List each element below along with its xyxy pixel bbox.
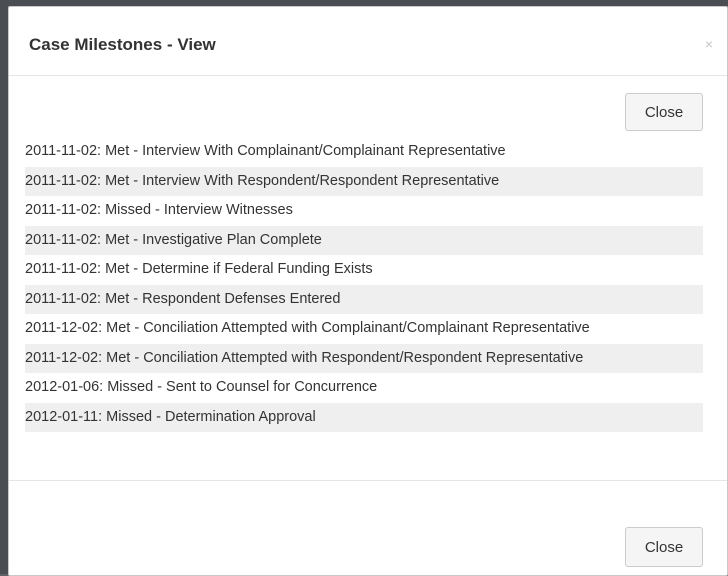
milestone-item: 2011-12-02: Met - Conciliation Attempted…: [25, 320, 590, 336]
modal-title: Case Milestones - View: [29, 35, 216, 54]
modal-footer: [9, 480, 727, 575]
milestone-item: 2011-11-02: Met - Determine if Federal F…: [25, 261, 373, 277]
close-icon[interactable]: ×: [705, 37, 713, 51]
top-close-button[interactable]: Close: [625, 93, 703, 131]
milestone-item: 2011-11-02: Met - Interview With Complai…: [25, 143, 506, 159]
footer-close-button[interactable]: Close: [625, 527, 703, 567]
milestone-item: 2011-11-02: Missed - Interview Witnesses: [25, 202, 293, 218]
milestone-item: 2012-01-11: Missed - Determination Appro…: [25, 402, 703, 432]
modal-header: Case Milestones - View ×: [9, 7, 727, 76]
milestone-item: 2011-12-02: Met - Conciliation Attempted…: [25, 343, 703, 373]
milestone-item: 2011-11-02: Met - Interview With Respond…: [25, 166, 703, 196]
milestone-item: 2012-01-06: Missed - Sent to Counsel for…: [25, 379, 378, 395]
milestone-item: 2011-11-02: Met - Investigative Plan Com…: [25, 225, 703, 255]
milestone-list: 2011-11-02: Met - Interview With Complai…: [25, 137, 703, 432]
milestone-item: 2011-11-02: Met - Respondent Defenses En…: [25, 284, 703, 314]
